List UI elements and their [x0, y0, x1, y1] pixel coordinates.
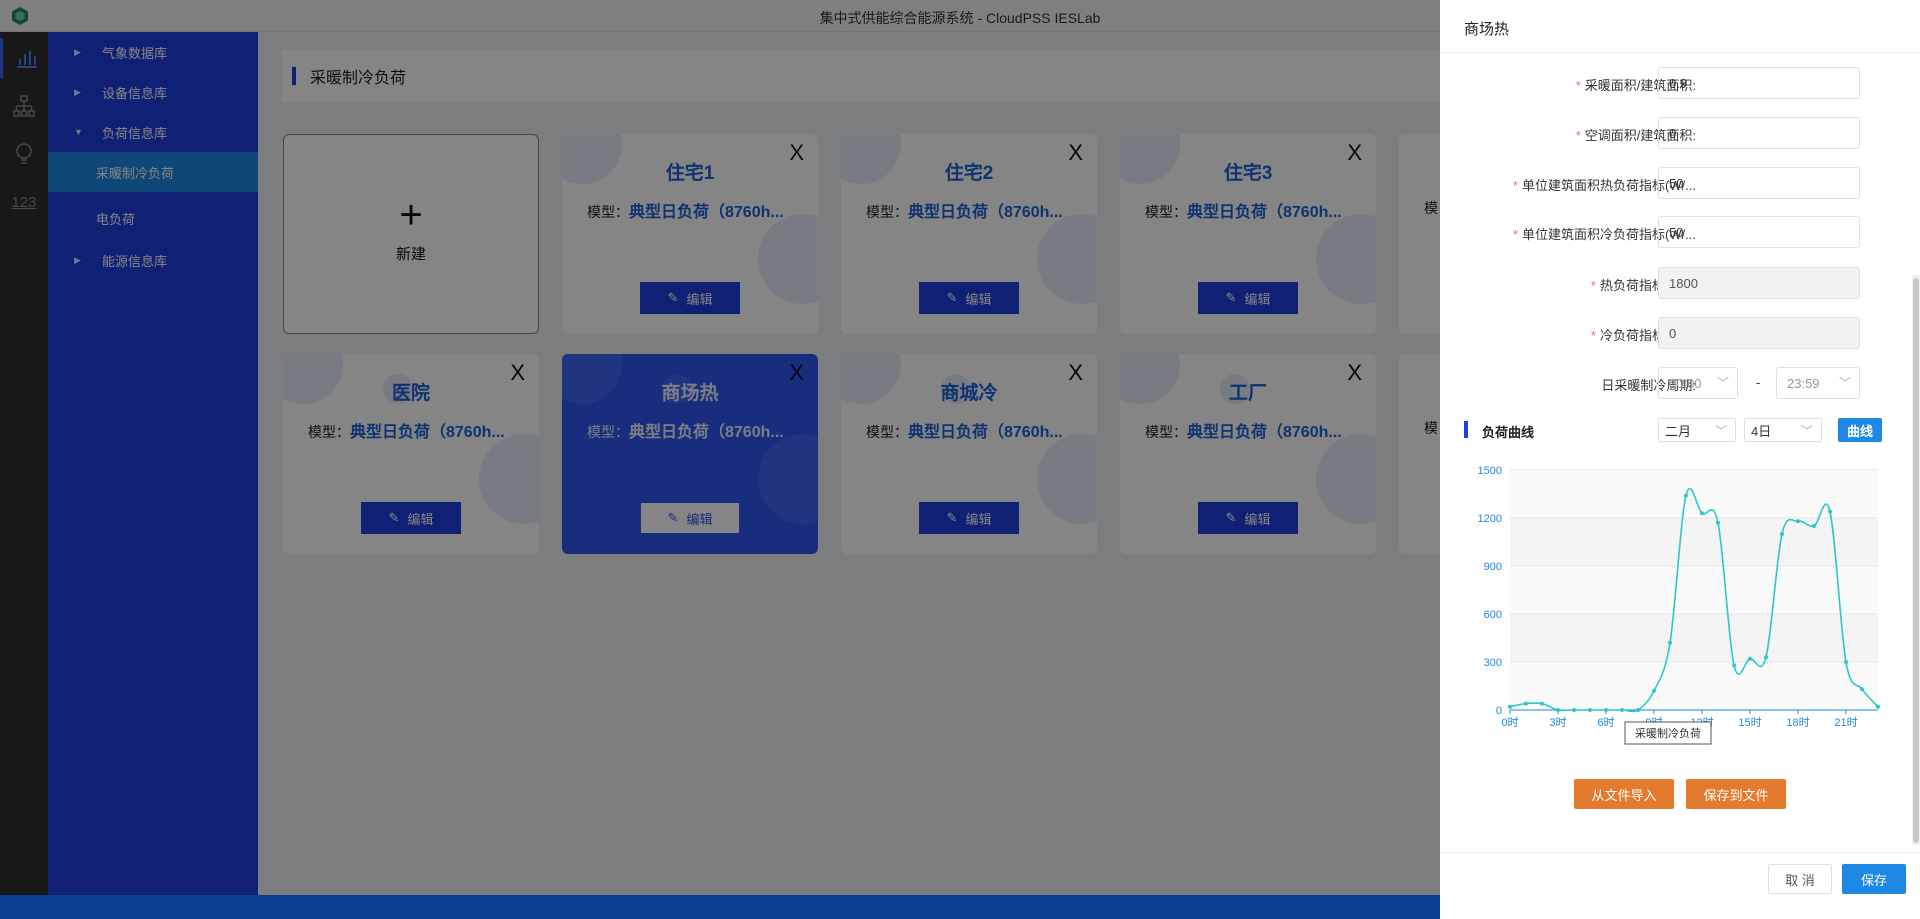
chevron-down-icon: ﹀	[1800, 424, 1813, 438]
drawer-title: 商场热	[1464, 21, 1510, 38]
form-row-ac-area-ratio: * 空调面积/建筑面积: 0	[1440, 117, 1910, 149]
data-point	[1844, 660, 1848, 664]
curve-header: 负荷曲线 二月 ﹀ 4日 ﹀ 曲线	[1440, 416, 1920, 446]
period-dash: -	[1756, 375, 1761, 390]
curve-button[interactable]: 曲线	[1838, 418, 1882, 442]
data-point	[1636, 708, 1640, 712]
y-tick-label: 900	[1484, 561, 1502, 573]
data-point	[1748, 656, 1752, 661]
data-point	[1732, 663, 1736, 668]
data-point	[1588, 708, 1592, 712]
x-tick-label: 6时	[1597, 716, 1614, 729]
x-tick-label: 3时	[1549, 716, 1566, 729]
modal-overlay[interactable]	[0, 0, 1440, 919]
cool-load-per-area-input[interactable]: 50	[1658, 216, 1860, 248]
scrollbar-thumb[interactable]	[1913, 278, 1919, 843]
day-select[interactable]: 4日 ﹀	[1744, 418, 1822, 442]
data-point	[1716, 520, 1720, 525]
ac-area-ratio-input[interactable]: 0	[1658, 117, 1860, 149]
form-row-heating-area-ratio: * 采暖面积/建筑面积: 0.9	[1440, 67, 1910, 99]
data-point	[1620, 708, 1624, 712]
cool-load-input: 0	[1658, 317, 1860, 349]
data-point	[1796, 519, 1800, 524]
y-tick-label: 600	[1484, 609, 1502, 621]
data-point	[1572, 708, 1576, 712]
form-row-heat-load: * 热负荷指标(kW): 1800	[1440, 267, 1910, 299]
form-row-cool-load: * 冷负荷指标(kW): 0	[1440, 317, 1910, 349]
save-to-file-button[interactable]: 保存到文件	[1686, 779, 1786, 809]
y-tick-label: 300	[1484, 657, 1502, 669]
data-point	[1556, 708, 1560, 712]
x-tick-label: 15时	[1738, 716, 1761, 729]
data-point	[1876, 704, 1880, 709]
y-tick-label: 1200	[1478, 513, 1502, 525]
form-row-heat-load-index: * 单位建筑面积热负荷指标(W/... 50	[1440, 167, 1910, 199]
period-end-select[interactable]: 23:59 ﹀	[1776, 367, 1860, 399]
legend-label: 采暖制冷负荷	[1635, 726, 1701, 740]
x-tick-label: 18时	[1786, 716, 1809, 729]
chevron-down-icon: ﹀	[1716, 376, 1729, 390]
data-point	[1508, 704, 1512, 709]
heat-load-per-area-input[interactable]: 50	[1658, 167, 1860, 199]
grid-band	[1510, 662, 1878, 710]
import-from-file-button[interactable]: 从文件导入	[1574, 779, 1674, 809]
curve-accent-bar	[1464, 421, 1468, 438]
data-point	[1668, 640, 1672, 645]
data-point	[1540, 701, 1544, 706]
cancel-button[interactable]: 取 消	[1768, 864, 1832, 894]
month-select[interactable]: 二月 ﹀	[1658, 418, 1736, 442]
grid-band	[1510, 518, 1878, 566]
data-point	[1652, 688, 1656, 693]
curve-title: 负荷曲线	[1482, 425, 1535, 440]
data-point	[1524, 701, 1528, 706]
data-point	[1780, 532, 1784, 536]
heating-area-ratio-input[interactable]: 0.9	[1658, 67, 1860, 99]
data-point	[1604, 708, 1608, 712]
form-row-cool-load-index: * 单位建筑面积冷负荷指标(W/... 50	[1440, 216, 1910, 248]
grid-band	[1510, 566, 1878, 614]
data-point	[1828, 509, 1832, 514]
x-tick-label: 0时	[1501, 716, 1518, 729]
chevron-down-icon: ﹀	[1838, 376, 1851, 390]
data-point	[1860, 687, 1864, 692]
status-bar	[0, 895, 1440, 919]
heat-load-input: 1800	[1658, 267, 1860, 299]
chevron-down-icon: ﹀	[1714, 424, 1727, 438]
grid-band	[1510, 614, 1878, 662]
data-point	[1684, 493, 1688, 498]
save-button[interactable]: 保存	[1842, 864, 1906, 894]
x-tick-label: 21时	[1834, 716, 1857, 729]
data-point	[1700, 511, 1704, 516]
y-tick-label: 1500	[1478, 465, 1502, 477]
load-curve-chart: 0300600900120015000时3时6时9时12时15时18时21时采暖…	[1478, 465, 1880, 745]
data-point	[1764, 655, 1768, 660]
period-start-select[interactable]: 00:00 ﹀	[1658, 367, 1738, 399]
edit-drawer: 商场热 * 采暖面积/建筑面积: 0.9 * 空调面积/建筑面积: 0 * 单位建筑面…	[1440, 0, 1920, 919]
data-point	[1812, 524, 1816, 528]
form-row-period: 日采暖制冷周期: 00:00 ﹀ - 23:59 ﹀	[1440, 367, 1910, 399]
y-tick-label: 0	[1496, 705, 1502, 717]
